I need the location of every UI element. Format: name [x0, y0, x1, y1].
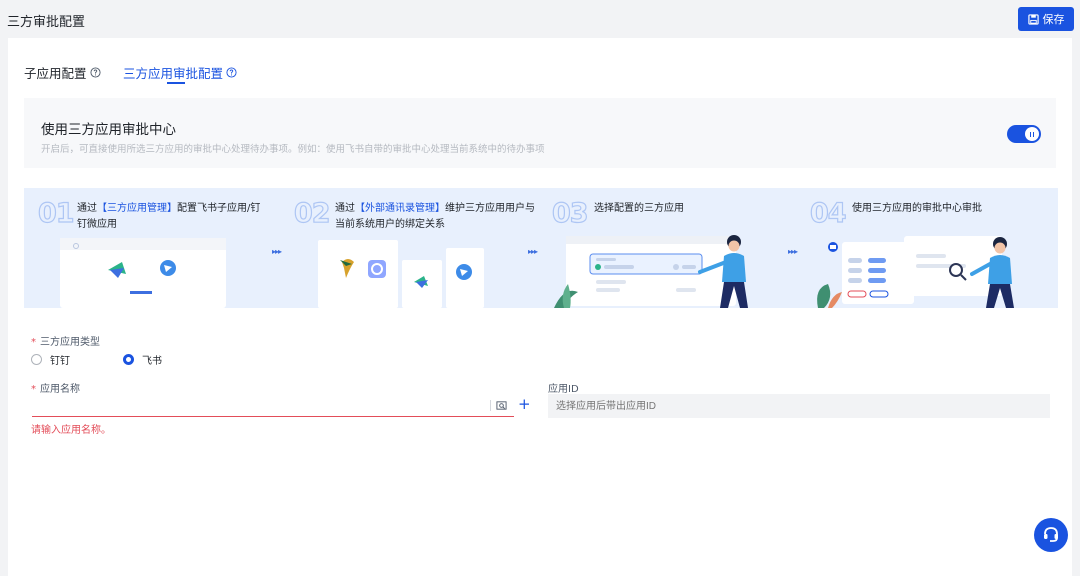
step-text: 通过【外部通讯录管理】维护三方应用用户与当前系统用户的绑定关系 — [335, 201, 535, 233]
step-number: 02 — [293, 197, 331, 229]
step-text: 使用三方应用的审批中心审批 — [852, 201, 1052, 217]
app-id-label: 应用ID — [548, 384, 579, 395]
tab-third-party-approval[interactable]: 三方应用审批配置 — [123, 63, 237, 82]
radio-label: 钉钉 — [50, 356, 70, 367]
app-name-input[interactable] — [32, 395, 514, 417]
toggle-knob — [1025, 127, 1039, 141]
step-text: 选择配置的三方应用 — [594, 201, 794, 217]
app-name-error: 请输入应用名称。 — [31, 425, 111, 436]
field-label-text: 三方应用类型 — [40, 337, 100, 348]
tab-label: 三方应用审批配置 — [123, 66, 224, 81]
help-circle-icon[interactable] — [89, 67, 101, 78]
arrow-right-icon: ▸▸▸ — [272, 247, 282, 256]
approval-center-panel — [24, 98, 1056, 168]
step-link[interactable]: 【三方应用管理】 — [97, 203, 177, 214]
step-illustration — [60, 238, 226, 308]
radio-label: 飞书 — [142, 356, 162, 367]
required-mark: * — [31, 384, 36, 395]
customer-service-button[interactable] — [1034, 518, 1068, 552]
arrow-right-icon: ▸▸▸ — [788, 247, 798, 256]
radio-circle-icon[interactable] — [31, 354, 42, 365]
step-text-part: 通过 — [335, 203, 355, 214]
save-icon — [1027, 13, 1039, 25]
app-type-label: * 三方应用类型 — [31, 333, 100, 348]
chat-support-icon — [1044, 527, 1058, 542]
approval-center-description: 开启后，可直接使用所选三方应用的审批中心处理待办事项。例如：使用飞书自带的审批中… — [41, 144, 545, 155]
top-bar: 三方审批配置 保存 — [0, 0, 1080, 38]
save-button[interactable]: 保存 — [1018, 7, 1074, 31]
step-number: 04 — [809, 197, 847, 229]
required-mark: * — [31, 337, 36, 348]
tab-sub-app-config[interactable]: 子应用配置 — [24, 63, 101, 82]
app-id-field[interactable] — [548, 394, 1050, 418]
tab-label: 子应用配置 — [24, 66, 87, 81]
step-text-part: 选择配置的三方应用 — [594, 203, 684, 214]
step-link[interactable]: 【外部通讯录管理】 — [355, 203, 445, 214]
help-circle-icon[interactable] — [226, 67, 237, 78]
step-text-part: 使用三方应用的审批中心审批 — [852, 203, 982, 214]
add-icon[interactable]: + — [518, 397, 531, 412]
field-label-text: 应用名称 — [40, 384, 80, 395]
approval-center-title: 使用三方应用审批中心 — [41, 122, 176, 138]
step-text-part: 通过 — [77, 203, 97, 214]
approval-center-toggle[interactable] — [1007, 125, 1041, 143]
save-button-label: 保存 — [1042, 13, 1065, 26]
step-number: 03 — [551, 197, 589, 229]
active-tab-indicator — [167, 82, 185, 84]
step-text: 通过【三方应用管理】配置飞书子应用/钉钉微应用 — [77, 201, 267, 233]
step-illustration — [318, 240, 484, 308]
radio-feishu[interactable]: 飞书 — [123, 352, 162, 367]
select-app-icon[interactable] — [496, 400, 507, 411]
radio-dingtalk[interactable]: 钉钉 — [31, 352, 70, 367]
arrow-right-icon: ▸▸▸ — [528, 247, 538, 256]
step-illustration — [554, 235, 748, 308]
input-divider — [490, 400, 491, 411]
step-illustration — [817, 236, 1014, 308]
app-name-label: * 应用名称 — [31, 380, 80, 395]
step-number: 01 — [37, 197, 75, 229]
radio-checked-icon[interactable] — [123, 354, 134, 365]
steps-banner: 01 通过【三方应用管理】配置飞书子应用/钉钉微应用 ▸▸▸ 02 通过【外部通… — [24, 188, 1058, 308]
page-title: 三方审批配置 — [7, 15, 86, 30]
